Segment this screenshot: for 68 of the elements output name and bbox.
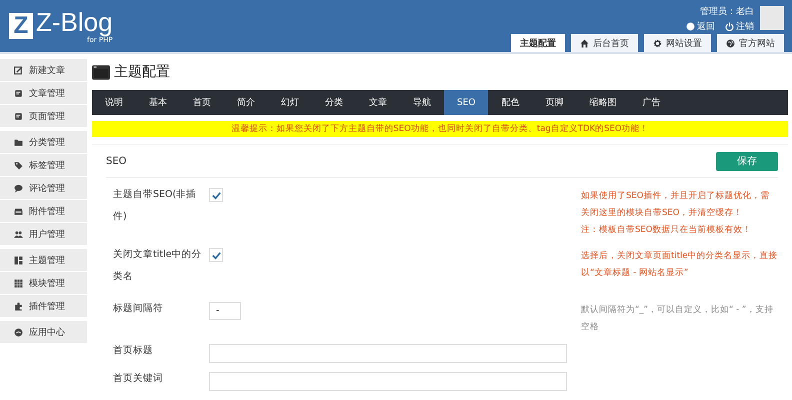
field-label: 首页标题 <box>112 344 154 358</box>
input-field[interactable] <box>209 372 567 391</box>
save-button[interactable]: 保存 <box>716 152 778 170</box>
user-label: 管理员：老白 <box>700 6 754 18</box>
sidebar-item[interactable]: 评论管理 <box>0 177 87 199</box>
nav-tab[interactable]: 简介 <box>224 90 268 115</box>
tag-icon <box>14 160 23 170</box>
sidebar-item[interactable]: 附件管理 <box>0 200 87 222</box>
section-title: SEO <box>106 156 127 166</box>
window-icon <box>92 64 110 80</box>
logo-text: Z-Blog <box>36 8 113 34</box>
header-link[interactable]: 注销 <box>725 20 754 33</box>
nav-tab[interactable]: 文章 <box>356 90 400 115</box>
users-icon <box>14 230 23 238</box>
sidebar-item[interactable]: 主题管理 <box>0 249 87 271</box>
header-tab[interactable]: 网站设置 <box>644 34 711 52</box>
input-field[interactable]: - <box>209 302 241 320</box>
field-label: 首页关键词 <box>112 372 164 386</box>
sidebar-item[interactable]: 用户管理 <box>0 223 87 245</box>
sidebar-item[interactable]: 新建文章 <box>0 59 87 81</box>
header-tab[interactable]: 主题配置 <box>511 34 565 52</box>
sidebar-item[interactable]: 文章管理 <box>0 82 87 104</box>
page-title: 主题配置 <box>114 63 170 81</box>
nav-tab[interactable]: 基本 <box>136 90 180 115</box>
folder-icon <box>14 138 23 146</box>
nav-tab[interactable]: 幻灯 <box>268 90 312 115</box>
header-tab[interactable]: 官方网站 <box>717 34 784 52</box>
help-text: 注：模板自带SEO数据只在当前模板有效！ <box>581 224 752 237</box>
sidebar-item[interactable]: 模块管理 <box>0 272 87 294</box>
field-label: 关闭文章title中的分类名 <box>112 248 203 284</box>
logo-mark: Z <box>9 13 33 39</box>
sidebar-item[interactable]: 页面管理 <box>0 105 87 127</box>
document-icon <box>14 88 23 98</box>
avatar <box>760 6 784 30</box>
sidebar-item[interactable]: 标签管理 <box>0 154 87 176</box>
sidebar-item[interactable]: 插件管理 <box>0 295 87 317</box>
checkbox[interactable] <box>209 188 223 202</box>
inbox-icon <box>14 206 23 216</box>
home-icon <box>580 38 589 48</box>
nav-tab[interactable]: 广告 <box>629 90 674 115</box>
puzzle-icon <box>14 302 23 310</box>
input-field[interactable] <box>209 344 567 363</box>
nav-tab[interactable]: 首页 <box>180 90 224 115</box>
gear-icon <box>653 38 662 48</box>
header-tab[interactable]: 后台首页 <box>571 34 638 52</box>
sidebar-item[interactable]: 应用中心 <box>0 321 87 343</box>
help-text: 默认间隔符为“_”，可以自定义，比如“ - ”，支持空格 <box>581 304 774 334</box>
checkbox[interactable] <box>209 248 223 262</box>
nav-tab[interactable]: 配色 <box>488 90 532 115</box>
grid-icon <box>14 278 23 288</box>
nav-tab[interactable]: 导航 <box>400 90 444 115</box>
help-text: 如果使用了SEO插件，并且开启了标题优化，需关闭这里的模块自带SEO，并清空缓存！ <box>581 190 770 220</box>
power-icon <box>725 22 734 31</box>
nav-tab[interactable]: 页脚 <box>532 90 576 115</box>
speech-bubble-icon <box>14 184 23 192</box>
field-label: 标题间隔符 <box>112 302 164 316</box>
pencil-icon <box>14 66 23 74</box>
nav-tab[interactable]: 缩略图 <box>576 90 630 115</box>
header-link[interactable]: 返回 <box>686 20 715 33</box>
field-label: 主题自带SEO(非插件) <box>112 188 198 224</box>
help-text: 选择后，关闭文章页面title中的分类名显示，直接以“文章标题 - 网站名显示” <box>581 250 778 280</box>
sidebar-item[interactable]: 分类管理 <box>0 131 87 153</box>
document-icon <box>14 112 23 120</box>
nav-tab[interactable]: 分类 <box>312 90 356 115</box>
nav-tab[interactable]: 说明 <box>92 90 136 115</box>
nav-tab[interactable]: SEO <box>444 90 488 115</box>
layout-icon <box>14 256 23 264</box>
notice-banner: 温馨提示：如果您关闭了下方主题自带的SEO功能，也同时关闭了自带分类、tag自定义TDK的SEO功能！ <box>92 121 788 137</box>
